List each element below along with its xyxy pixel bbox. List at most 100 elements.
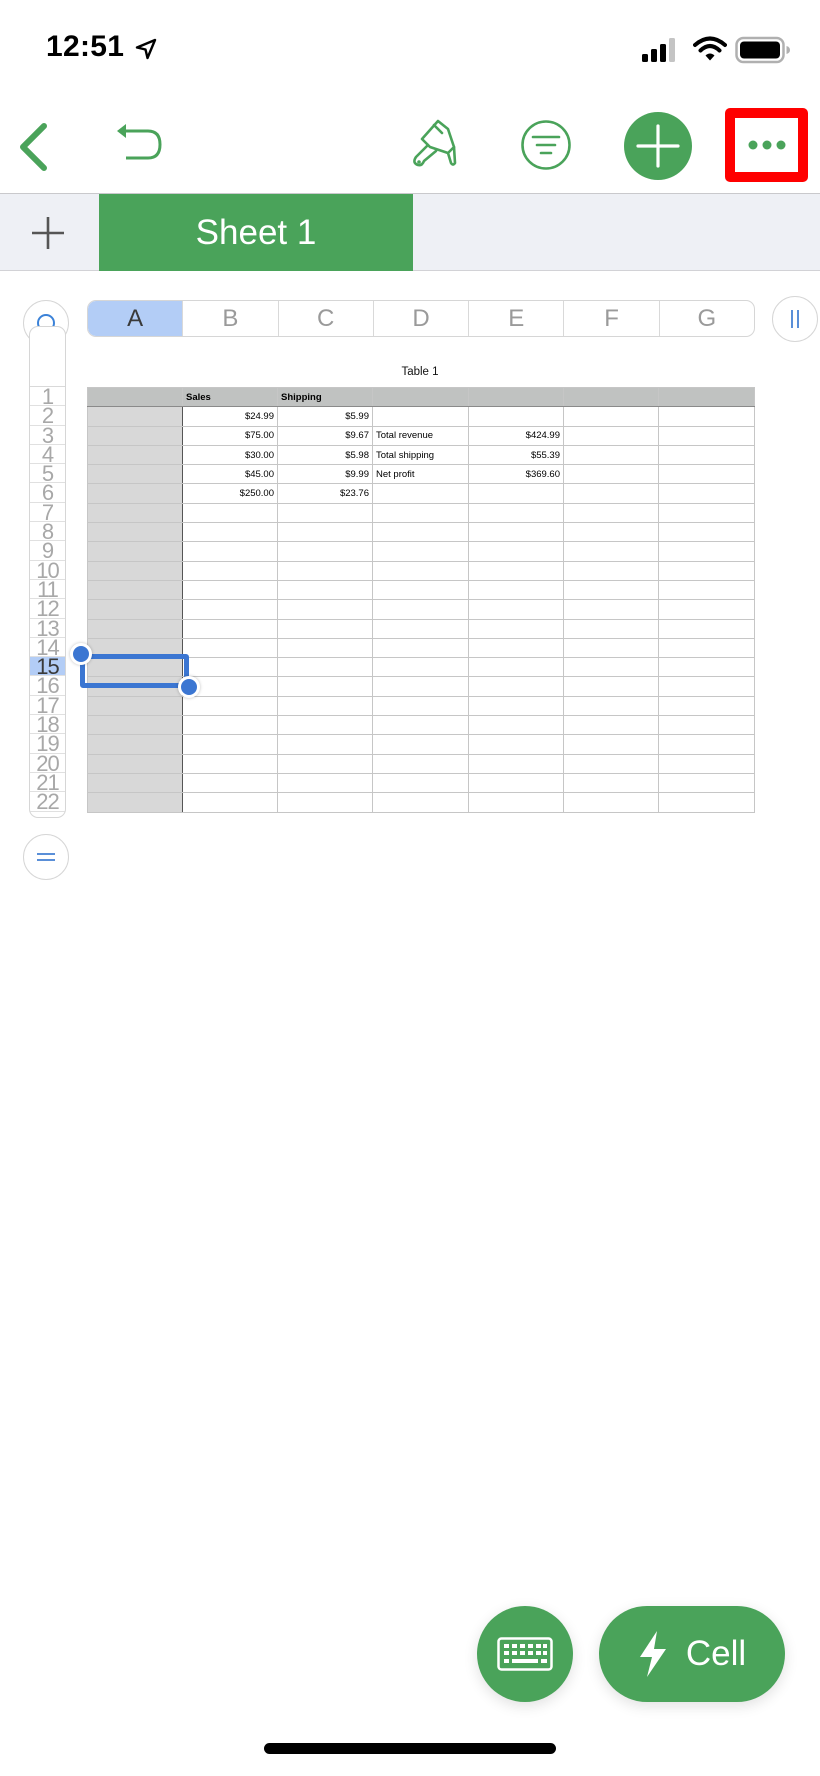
cell-a17[interactable]	[87, 695, 183, 717]
cell-b7[interactable]	[182, 502, 278, 524]
cell-d19[interactable]	[372, 734, 469, 755]
cell-a12[interactable]	[87, 599, 183, 620]
more-button[interactable]	[725, 108, 808, 182]
row-header-12[interactable]: 12	[30, 599, 65, 619]
column-header-d[interactable]: D	[374, 301, 470, 336]
cell-c10[interactable]	[277, 560, 373, 581]
cell-a20[interactable]	[87, 753, 183, 774]
row-handle-button[interactable]	[23, 834, 69, 880]
row-header-17[interactable]: 17	[30, 696, 65, 716]
cell-b19[interactable]	[182, 734, 278, 755]
cell-d20[interactable]	[372, 753, 469, 774]
cell-f3[interactable]	[563, 425, 659, 446]
cell-c3[interactable]: $9.67	[277, 425, 373, 446]
cell-e14[interactable]	[468, 637, 564, 659]
cell-d6[interactable]	[372, 483, 469, 504]
cell-b5[interactable]: $45.00	[182, 464, 278, 485]
cell-a22[interactable]	[87, 792, 183, 813]
cell-g20[interactable]	[658, 753, 755, 774]
cell-b9[interactable]	[182, 541, 278, 562]
cell-f18[interactable]	[563, 715, 659, 736]
cell-e10[interactable]	[468, 560, 564, 581]
cell-b11[interactable]	[182, 579, 278, 601]
cell-f7[interactable]	[563, 502, 659, 524]
cell-g18[interactable]	[658, 715, 755, 736]
cell-c11[interactable]	[277, 579, 373, 601]
row-header-10[interactable]: 10	[30, 561, 65, 580]
cell-d7[interactable]	[372, 502, 469, 524]
row-header-8[interactable]: 8	[30, 522, 65, 542]
cell-a13[interactable]	[87, 618, 183, 639]
cell-b4[interactable]: $30.00	[182, 444, 278, 466]
cell-f5[interactable]	[563, 464, 659, 485]
cell-d15[interactable]	[372, 657, 469, 678]
cell-a15[interactable]	[87, 657, 183, 678]
cell-e20[interactable]	[468, 753, 564, 774]
cell-e4[interactable]: $55.39	[468, 444, 564, 466]
cell-b20[interactable]	[182, 753, 278, 774]
cell-e17[interactable]	[468, 695, 564, 717]
cell-f15[interactable]	[563, 657, 659, 678]
cell-g6[interactable]	[658, 483, 755, 504]
cell-b18[interactable]	[182, 715, 278, 736]
row-header-2[interactable]: 2	[30, 406, 65, 426]
cell-b8[interactable]	[182, 522, 278, 543]
cell-g1[interactable]	[658, 386, 755, 408]
cell-d2[interactable]	[372, 406, 469, 427]
cell-e12[interactable]	[468, 599, 564, 620]
cell-e7[interactable]	[468, 502, 564, 524]
cell-b10[interactable]	[182, 560, 278, 581]
cell-g4[interactable]	[658, 444, 755, 466]
row-header-21[interactable]: 21	[30, 773, 65, 793]
cell-f9[interactable]	[563, 541, 659, 562]
cell-e22[interactable]	[468, 792, 564, 813]
cell-a5[interactable]	[87, 464, 183, 485]
cell-f2[interactable]	[563, 406, 659, 427]
cell-f19[interactable]	[563, 734, 659, 755]
cell-c5[interactable]: $9.99	[277, 464, 373, 485]
cell-c14[interactable]	[277, 637, 373, 659]
cell-a7[interactable]	[87, 502, 183, 524]
row-header-9[interactable]: 9	[30, 541, 65, 561]
cell-c7[interactable]	[277, 502, 373, 524]
cell-g14[interactable]	[658, 637, 755, 659]
cell-g16[interactable]	[658, 676, 755, 697]
cell-g7[interactable]	[658, 502, 755, 524]
cell-a18[interactable]	[87, 715, 183, 736]
cell-g9[interactable]	[658, 541, 755, 562]
cell-c9[interactable]	[277, 541, 373, 562]
home-indicator[interactable]	[264, 1743, 556, 1754]
cell-d16[interactable]	[372, 676, 469, 697]
row-header-16[interactable]: 16	[30, 676, 65, 696]
cell-e9[interactable]	[468, 541, 564, 562]
cell-d14[interactable]	[372, 637, 469, 659]
cell-c19[interactable]	[277, 734, 373, 755]
column-header-g[interactable]: G	[660, 301, 754, 336]
cell-a8[interactable]	[87, 522, 183, 543]
cell-a10[interactable]	[87, 560, 183, 581]
cell-d11[interactable]	[372, 579, 469, 601]
tab-sheet-1[interactable]: Sheet 1	[99, 194, 413, 271]
cell-f1[interactable]	[563, 386, 659, 408]
cell-f21[interactable]	[563, 772, 659, 794]
table-title[interactable]: Table 1	[372, 366, 468, 378]
cell-b15[interactable]	[182, 657, 278, 678]
row-header-22[interactable]: 22	[30, 792, 65, 812]
cell-e15[interactable]	[468, 657, 564, 678]
cell-a11[interactable]	[87, 579, 183, 601]
row-header-15[interactable]: 15	[30, 657, 65, 677]
cell-e19[interactable]	[468, 734, 564, 755]
cell-b3[interactable]: $75.00	[182, 425, 278, 446]
cell-e1[interactable]	[468, 386, 564, 408]
row-header-11[interactable]: 11	[30, 580, 65, 600]
cell-f6[interactable]	[563, 483, 659, 504]
cell-e11[interactable]	[468, 579, 564, 601]
cell-c12[interactable]	[277, 599, 373, 620]
column-header-a[interactable]: A	[88, 301, 184, 336]
cell-g22[interactable]	[658, 792, 755, 813]
cell-c21[interactable]	[277, 772, 373, 794]
column-header-c[interactable]: C	[279, 301, 374, 336]
cell-c20[interactable]	[277, 753, 373, 774]
cell-a9[interactable]	[87, 541, 183, 562]
cell-g10[interactable]	[658, 560, 755, 581]
